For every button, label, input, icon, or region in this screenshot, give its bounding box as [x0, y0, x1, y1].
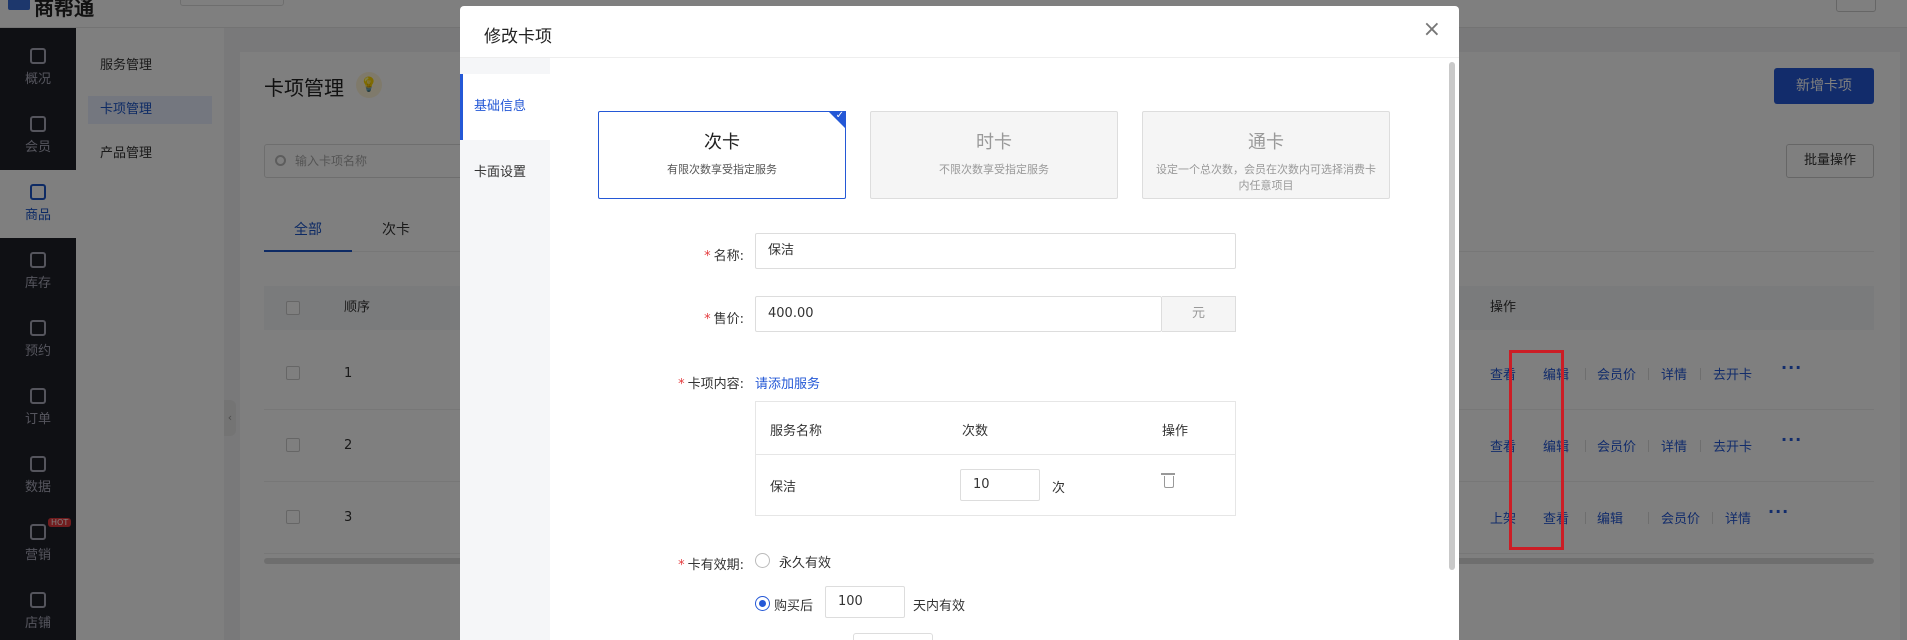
card-type-count[interactable]: ✓ 次卡 有限次数享受指定服务 [598, 110, 846, 199]
valid-days-suffix: 天内有效 [913, 599, 966, 614]
price-unit: 元 [1162, 296, 1236, 332]
price-label: * 售价: [704, 312, 744, 327]
radio-after-purchase-label: 购买后 [774, 599, 814, 614]
card-type-time[interactable]: 时卡 不限次数享受指定服务 [870, 111, 1118, 199]
service-name: 保洁 [770, 480, 797, 495]
price-input[interactable]: 400.00 [755, 296, 1162, 332]
validity-label: * 卡有效期: [678, 558, 744, 573]
valid-days-input[interactable]: 100 [825, 586, 905, 618]
card-type-title: 次卡 [704, 132, 740, 153]
tab-basic-info[interactable]: 基础信息 [460, 74, 550, 140]
card-type-general[interactable]: 通卡 设定一个总次数，会员在次数内可选择消费卡内任意项目 [1142, 111, 1390, 199]
radio-permanent[interactable] [755, 553, 770, 568]
modal-header: 修改卡项 × [460, 6, 1459, 58]
card-type-desc: 不限次数享受指定服务 [939, 163, 1049, 176]
service-count-input[interactable]: 10 [960, 469, 1040, 501]
modal-side-tabs: 基础信息 卡面设置 [460, 58, 550, 640]
form-button[interactable] [853, 633, 933, 640]
column-ops: 操作 [1162, 424, 1189, 439]
card-type-desc: 设定一个总次数，会员在次数内可选择消费卡内任意项目 [1156, 163, 1376, 192]
card-type-title: 通卡 [1248, 132, 1284, 153]
content-label: * 卡项内容: [678, 377, 744, 392]
service-table-header: 服务名称 次数 操作 [756, 402, 1235, 455]
name-input[interactable]: 保洁 [755, 233, 1236, 269]
annotation-highlight-box [1509, 350, 1564, 550]
modal-scrollbar[interactable] [1449, 62, 1455, 570]
column-service-name: 服务名称 [770, 424, 823, 439]
tab-card-face[interactable]: 卡面设置 [460, 140, 550, 206]
modal-title: 修改卡项 [484, 27, 552, 47]
name-label: * 名称: [704, 249, 744, 264]
column-count: 次数 [962, 424, 989, 439]
card-type-desc: 有限次数享受指定服务 [667, 163, 777, 176]
trash-icon[interactable] [1161, 473, 1175, 488]
check-icon: ✓ [835, 110, 844, 121]
add-service-link[interactable]: 请添加服务 [755, 373, 820, 392]
card-type-title: 时卡 [976, 132, 1012, 153]
close-icon[interactable]: × [1423, 19, 1441, 41]
service-count-unit: 次 [1052, 481, 1066, 496]
radio-after-purchase[interactable] [755, 596, 770, 611]
radio-permanent-label: 永久有效 [779, 556, 832, 571]
service-table: 服务名称 次数 操作 保洁 10 次 [755, 401, 1236, 516]
